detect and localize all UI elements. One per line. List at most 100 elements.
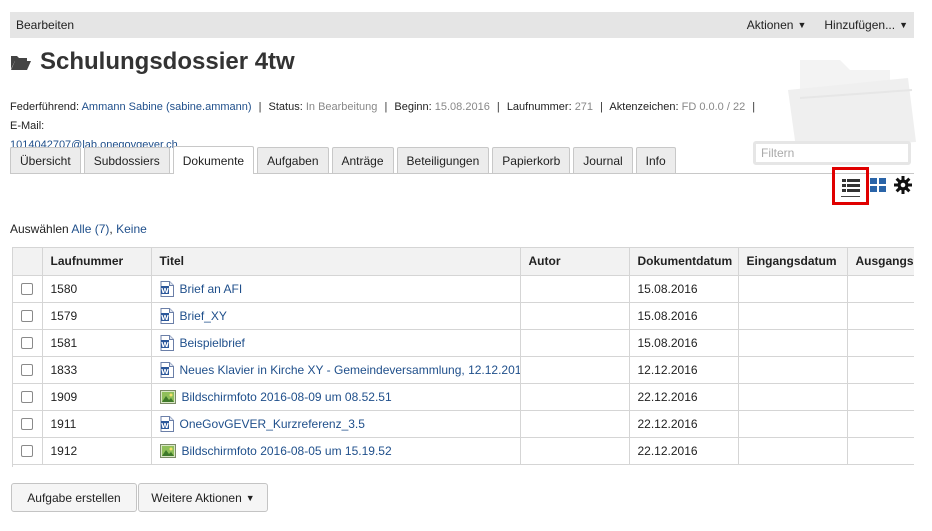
cell-received (738, 302, 848, 330)
cell-seq: 1912 (42, 437, 152, 465)
document-link[interactable]: OneGovGEVER_Kurzreferenz_3.5 (180, 417, 365, 431)
cell-docdate: 15.08.2016 (629, 329, 739, 357)
column-header-author[interactable]: Autor (520, 248, 630, 276)
document-link[interactable]: Brief an AFI (180, 282, 243, 296)
folder-open-icon (10, 53, 32, 71)
cell-received (738, 437, 848, 465)
cell-seq: 1581 (42, 329, 152, 357)
caret-down-icon: ▼ (899, 20, 908, 30)
tab-journal[interactable]: Journal (573, 147, 633, 173)
word-icon: W (160, 334, 174, 351)
row-checkbox[interactable] (21, 337, 34, 350)
cell-sent (847, 329, 914, 357)
seq-value: 271 (574, 101, 594, 113)
tab-subdossiers[interactable]: Subdossiers (83, 147, 170, 173)
cell-received (738, 383, 848, 411)
status-value: In Bearbeitung (305, 101, 378, 113)
column-header-seq[interactable]: Laufnummer (42, 248, 152, 276)
document-link[interactable]: Beispielbrief (180, 336, 245, 350)
tab-trash[interactable]: Papierkorb (492, 147, 571, 173)
row-checkbox[interactable] (21, 283, 34, 296)
svg-text:W: W (161, 421, 169, 429)
svg-text:W: W (161, 367, 169, 375)
cell-author (520, 302, 630, 330)
row-checkbox[interactable] (21, 418, 34, 431)
cell-sent (847, 383, 914, 411)
row-checkbox-cell (13, 410, 43, 438)
word-icon: W (160, 307, 174, 324)
word-icon: W (160, 415, 174, 432)
actions-menu[interactable]: Aktionen ▼ (747, 18, 807, 32)
cell-seq: 1579 (42, 302, 152, 330)
document-link[interactable]: Brief_XY (180, 309, 227, 323)
column-header-docdate[interactable]: Dokumentdatum (629, 248, 739, 276)
separator: | (496, 101, 500, 113)
folder-watermark-icon (788, 60, 916, 148)
document-title: W Neues Klavier in Kirche XY - Gemeindeve… (160, 361, 519, 378)
add-menu[interactable]: Hinzufügen... ▼ (824, 18, 908, 32)
separator: | (384, 101, 388, 113)
edit-link[interactable]: Bearbeiten (16, 18, 729, 32)
create-task-button[interactable]: Aufgabe erstellen (11, 483, 137, 512)
table-row[interactable]: 1912 Bildschirmfoto 2016-08-05 um 15.19.5… (13, 437, 914, 465)
table-row[interactable]: 1909 Bildschirmfoto 2016-08-09 um 08.52.5… (13, 383, 914, 411)
table-row[interactable]: 1580 W Brief an AFI 15.08.2016 (13, 275, 914, 303)
tab-overview[interactable]: Übersicht (10, 147, 81, 173)
cell-docdate: 22.12.2016 (629, 383, 739, 411)
cell-title: Bildschirmfoto 2016-08-09 um 08.52.51 (151, 383, 521, 411)
column-header-title[interactable]: Titel (151, 248, 521, 276)
page-title: Schulungsdossier 4tw (10, 48, 295, 76)
row-checkbox[interactable] (21, 364, 34, 377)
cell-title: W Beispielbrief (151, 329, 521, 357)
lead-user-link[interactable]: Ammann Sabine (sabine.ammann) (82, 101, 252, 113)
status-label: Status: (268, 101, 303, 113)
column-header-sent[interactable]: Ausgangsdatum (847, 248, 914, 276)
cell-author (520, 329, 630, 357)
cell-title: W Brief an AFI (151, 275, 521, 303)
actions-menu-label: Aktionen (746, 18, 794, 32)
table-row[interactable]: 1833 W Neues Klavier in Kirche XY - Gemein… (13, 356, 914, 384)
table-row[interactable]: 1581 W Beispielbrief 15.08.2016 (13, 329, 914, 357)
tab-bar: Übersicht Subdossiers Dokumente Aufgaben… (10, 146, 914, 174)
column-header-received[interactable]: Eingangsdatum (738, 248, 848, 276)
select-comma: , (109, 222, 113, 236)
document-title: W Brief an AFI (160, 280, 512, 297)
tab-info[interactable]: Info (635, 147, 676, 173)
row-checkbox[interactable] (21, 391, 34, 404)
tab-proposals[interactable]: Anträge (331, 147, 394, 173)
cell-docdate: 15.08.2016 (629, 302, 739, 330)
document-title: Bildschirmfoto 2016-08-09 um 08.52.51 (159, 389, 512, 405)
row-checkbox[interactable] (21, 445, 34, 458)
row-checkbox[interactable] (21, 310, 34, 323)
cell-seq: 1911 (42, 410, 152, 438)
cell-author (520, 410, 630, 438)
cell-sent (847, 275, 914, 303)
cell-received (738, 275, 848, 303)
document-link[interactable]: Neues Klavier in Kirche XY - Gemeindever… (180, 363, 520, 377)
grid-view-icon[interactable] (870, 178, 886, 192)
select-row: Auswählen Alle (7), Keine (10, 222, 147, 236)
document-title: W Beispielbrief (160, 334, 512, 351)
separator: | (258, 101, 262, 113)
tab-participations[interactable]: Beteiligungen (396, 147, 490, 173)
document-link[interactable]: Bildschirmfoto 2016-08-09 um 08.52.51 (182, 390, 392, 404)
list-view-button[interactable] (832, 167, 869, 205)
select-all-link[interactable]: Alle (7) (71, 222, 109, 236)
tab-tasks[interactable]: Aufgaben (257, 147, 329, 173)
top-toolbar: Bearbeiten Aktionen ▼ Hinzufügen... ▼ (10, 12, 914, 38)
table-row[interactable]: 1911 W OneGovGEVER_Kurzreferenz_3.5 22.12.2… (13, 410, 914, 438)
documents-table: Laufnummer Titel Autor Dokumentdatum Ein… (13, 248, 914, 465)
cell-received (738, 356, 848, 384)
header-check-column (13, 248, 43, 276)
tab-documents[interactable]: Dokumente (172, 146, 255, 174)
gear-icon[interactable] (894, 176, 912, 194)
document-link[interactable]: Bildschirmfoto 2016-08-05 um 15.19.52 (182, 444, 392, 458)
svg-text:W: W (161, 340, 169, 348)
cell-sent (847, 302, 914, 330)
cell-docdate: 15.08.2016 (629, 275, 739, 303)
row-checkbox-cell (13, 437, 43, 465)
table-row[interactable]: 1579 W Brief_XY 15.08.2016 (13, 302, 914, 330)
more-actions-button[interactable]: Weitere Aktionen ▼ (138, 483, 268, 512)
cell-author (520, 356, 630, 384)
select-none-link[interactable]: Keine (116, 222, 147, 236)
